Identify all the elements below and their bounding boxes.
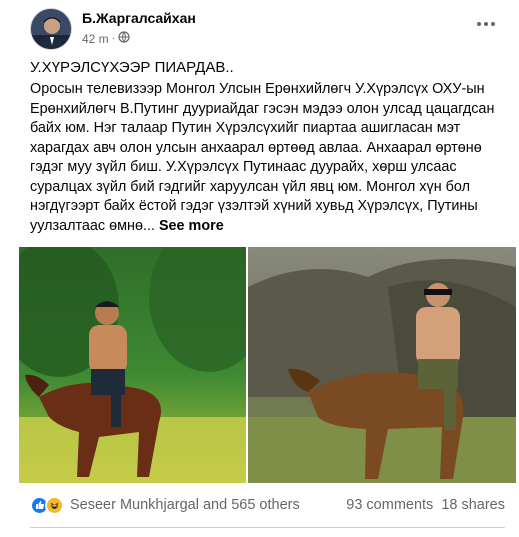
- see-more-link[interactable]: See more: [159, 218, 224, 234]
- stats-divider: [30, 527, 505, 528]
- post-meta: 42 m ·: [82, 31, 130, 46]
- meta-separator: ·: [111, 33, 116, 44]
- globe-icon[interactable]: [118, 31, 130, 46]
- author-avatar[interactable]: [30, 8, 72, 50]
- reactions-summary[interactable]: Seseer Munkhjargal and 565 others: [70, 497, 300, 513]
- post-headline: У.ХҮРЭЛСҮХЭЭР ПИАРДАВ..: [30, 59, 234, 76]
- post-body-text: Оросын телевизээр Монгол Улсын Ерөнхийлө…: [30, 81, 495, 234]
- post-stats: Seseer Munkhjargal and 565 others 93 com…: [30, 493, 505, 517]
- post-time[interactable]: 42 m: [82, 32, 109, 46]
- post-photos: [19, 247, 516, 483]
- post-body: Оросын телевизээр Монгол Улсын Ерөнхийлө…: [30, 80, 505, 236]
- post-header: Б.Жаргалсайхан 42 m ·: [30, 6, 500, 54]
- post-photo-right[interactable]: [248, 247, 516, 483]
- shares-count[interactable]: 18 shares: [441, 497, 505, 513]
- reaction-icons[interactable]: [30, 495, 64, 515]
- author-name[interactable]: Б.Жаргалсайхан: [82, 10, 196, 26]
- haha-reaction-icon: [45, 495, 64, 515]
- comments-count[interactable]: 93 comments: [346, 497, 433, 513]
- more-horizontal-icon[interactable]: [472, 10, 500, 38]
- post-photo-left[interactable]: [19, 247, 246, 483]
